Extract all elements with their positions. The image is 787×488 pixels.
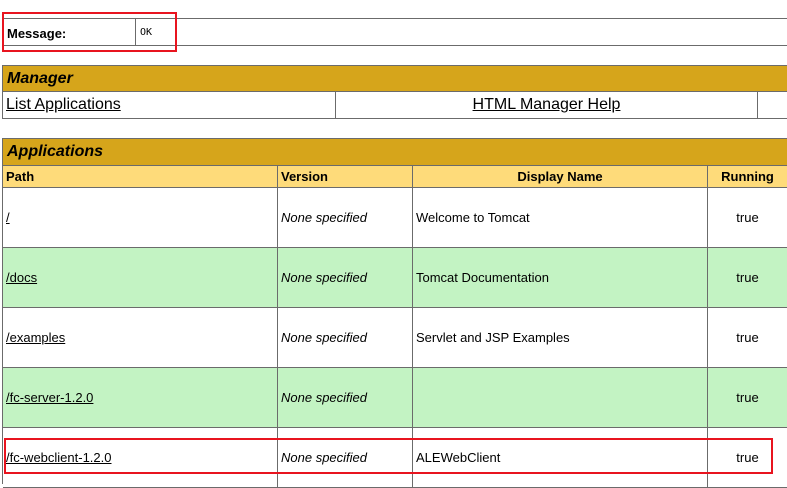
list-applications-link[interactable]: List Applications [6, 96, 121, 113]
applications-header-row: Path Version Display Name Running [3, 166, 787, 188]
applications-title: Applications [3, 139, 787, 166]
table-row: /fc-server-1.2.0 None specified true [3, 368, 787, 428]
version-cell: None specified [278, 248, 413, 307]
version-cell: None specified [278, 368, 413, 427]
message-value: OK [140, 27, 153, 38]
path-cell: /fc-webclient-1.2.0 [3, 428, 278, 487]
manager-cell-empty [758, 92, 787, 118]
path-link[interactable]: /fc-webclient-1.2.0 [6, 450, 112, 465]
version-cell: None specified [278, 188, 413, 247]
message-label: Message: [4, 19, 136, 45]
message-table: Message: OK [3, 18, 787, 46]
running-cell: true [736, 210, 759, 225]
path-cell: / [3, 188, 278, 247]
table-row: /examples None specified Servlet and JSP… [3, 308, 787, 368]
path-cell: /examples [3, 308, 278, 367]
manager-links-row: List Applications HTML Manager Help [3, 92, 787, 118]
table-row: /fc-webclient-1.2.0 None specified ALEWe… [3, 428, 787, 488]
table-row: / None specified Welcome to Tomcat true [3, 188, 787, 248]
manager-table: Manager List Applications HTML Manager H… [2, 65, 787, 119]
display-name-cell [413, 368, 708, 427]
column-header-path: Path [3, 166, 278, 187]
display-name-cell: Servlet and JSP Examples [413, 308, 708, 367]
path-link[interactable]: /examples [6, 330, 65, 345]
running-cell: true [736, 330, 759, 345]
column-header-display-name: Display Name [413, 166, 708, 187]
running-cell: true [736, 450, 759, 465]
version-cell: None specified [278, 428, 413, 487]
running-cell: true [736, 390, 759, 405]
applications-table: Applications Path Version Display Name R… [2, 138, 787, 488]
html-manager-help-link[interactable]: HTML Manager Help [473, 96, 621, 113]
display-name-cell: ALEWebClient [413, 428, 708, 487]
manager-cell-list: List Applications [3, 92, 336, 118]
running-cell: true [736, 270, 759, 285]
table-row: /docs None specified Tomcat Documentatio… [3, 248, 787, 308]
version-cell: None specified [278, 308, 413, 367]
manager-cell-help: HTML Manager Help [336, 92, 758, 118]
path-cell: /fc-server-1.2.0 [3, 368, 278, 427]
path-link[interactable]: / [6, 210, 10, 225]
manager-title: Manager [3, 66, 787, 92]
path-link[interactable]: /docs [6, 270, 37, 285]
display-name-cell: Welcome to Tomcat [413, 188, 708, 247]
path-cell: /docs [3, 248, 278, 307]
column-header-running: Running [721, 169, 774, 184]
column-header-version: Version [278, 166, 413, 187]
path-link[interactable]: /fc-server-1.2.0 [6, 390, 93, 405]
display-name-cell: Tomcat Documentation [413, 248, 708, 307]
